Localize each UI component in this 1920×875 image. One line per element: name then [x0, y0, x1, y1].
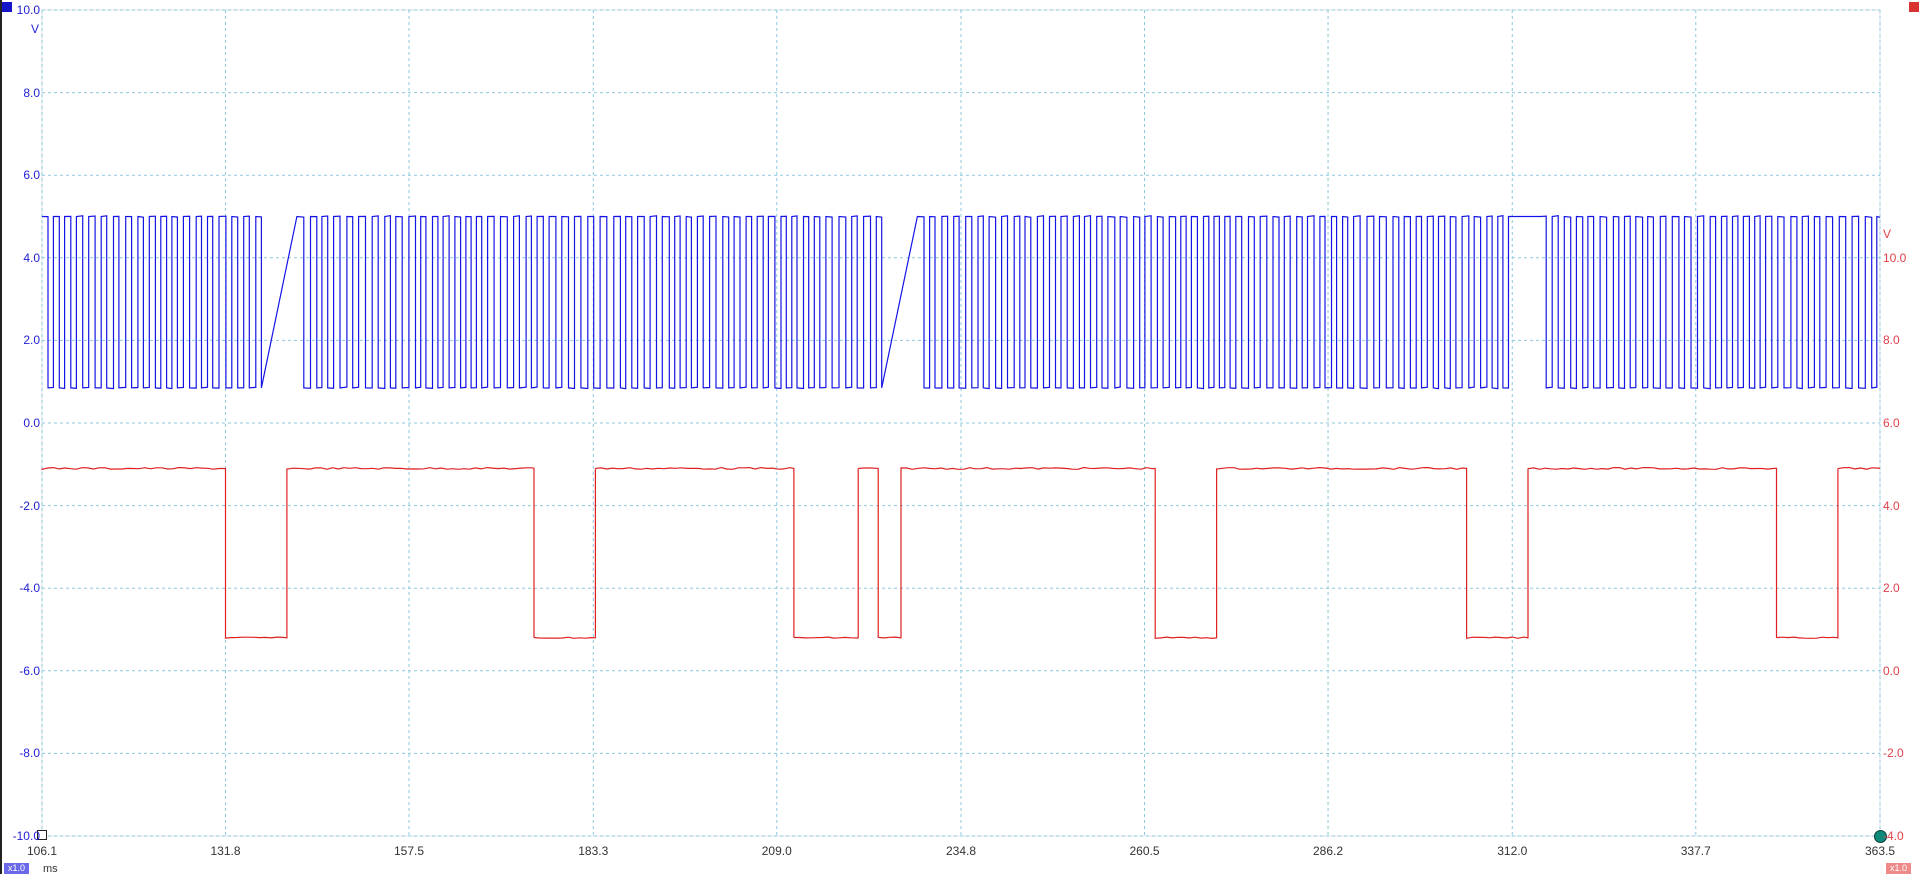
channel-a-y-tick-label: -4.0	[19, 581, 40, 596]
x-tick-label: 157.5	[394, 844, 425, 858]
channel-a-y-tick-label: 8.0	[23, 85, 40, 100]
channel-a-unit-label: V	[31, 22, 40, 36]
channel-b-marker[interactable]	[1909, 2, 1919, 12]
x-tick-label: 234.8	[945, 844, 977, 858]
channel-b-y-tick-label: 10.0	[1883, 250, 1907, 265]
x-tick-label: 363.5	[1864, 844, 1896, 858]
x-axis-unit-label: ms	[43, 863, 58, 875]
channel-a-marker[interactable]	[2, 2, 12, 12]
channel-a-y-tick-label: 2.0	[23, 333, 40, 348]
channel-a-scale-badge[interactable]: x1.0	[4, 863, 30, 874]
x-tick-label: 183.3	[578, 844, 609, 858]
channel-a-y-tick-label: 0.0	[23, 416, 40, 430]
channel-a-y-tick-label: -6.0	[19, 663, 40, 678]
channel-b-y-tick-label: 8.0	[1883, 333, 1900, 348]
channel-b-y-tick-label: 4.0	[1883, 498, 1900, 513]
channel-a-y-tick-label: 4.0	[23, 250, 40, 265]
x-tick-label: 337.7	[1680, 844, 1711, 858]
channel-a-y-tick-label: 10.0	[16, 3, 40, 17]
channel-a-y-tick-label: -2.0	[19, 498, 40, 513]
channel-b-scale-badge[interactable]: x1.0	[1886, 863, 1912, 874]
channel-b-y-tick-label: 0.0	[1883, 663, 1900, 678]
channel-a-y-tick-label: 6.0	[23, 168, 40, 183]
channel-b-y-tick-label: -2.0	[1883, 746, 1904, 761]
channel-a-y-tick-label: -8.0	[19, 746, 40, 761]
oscilloscope-view[interactable]	[0, 0, 1920, 874]
x-tick-label: 209.0	[761, 844, 792, 858]
x-tick-label: 260.5	[1129, 844, 1160, 858]
x-tick-label: 131.8	[210, 844, 241, 858]
channel-b-y-tick-label: 6.0	[1883, 416, 1900, 430]
x-tick-label: 286.2	[1313, 844, 1344, 858]
channel-a-y-tick-label: -10.0	[12, 829, 40, 843]
plot-area[interactable]	[0, 0, 1920, 874]
x-tick-label: 106.1	[26, 844, 58, 858]
channel-b-y-tick-label: 2.0	[1883, 581, 1900, 596]
channel-a-trace	[41, 214, 1881, 390]
x-tick-label: 312.0	[1497, 844, 1528, 858]
channel-b-unit-label: V	[1883, 227, 1892, 241]
channel-b-y-tick-label: -4.0	[1883, 829, 1904, 843]
